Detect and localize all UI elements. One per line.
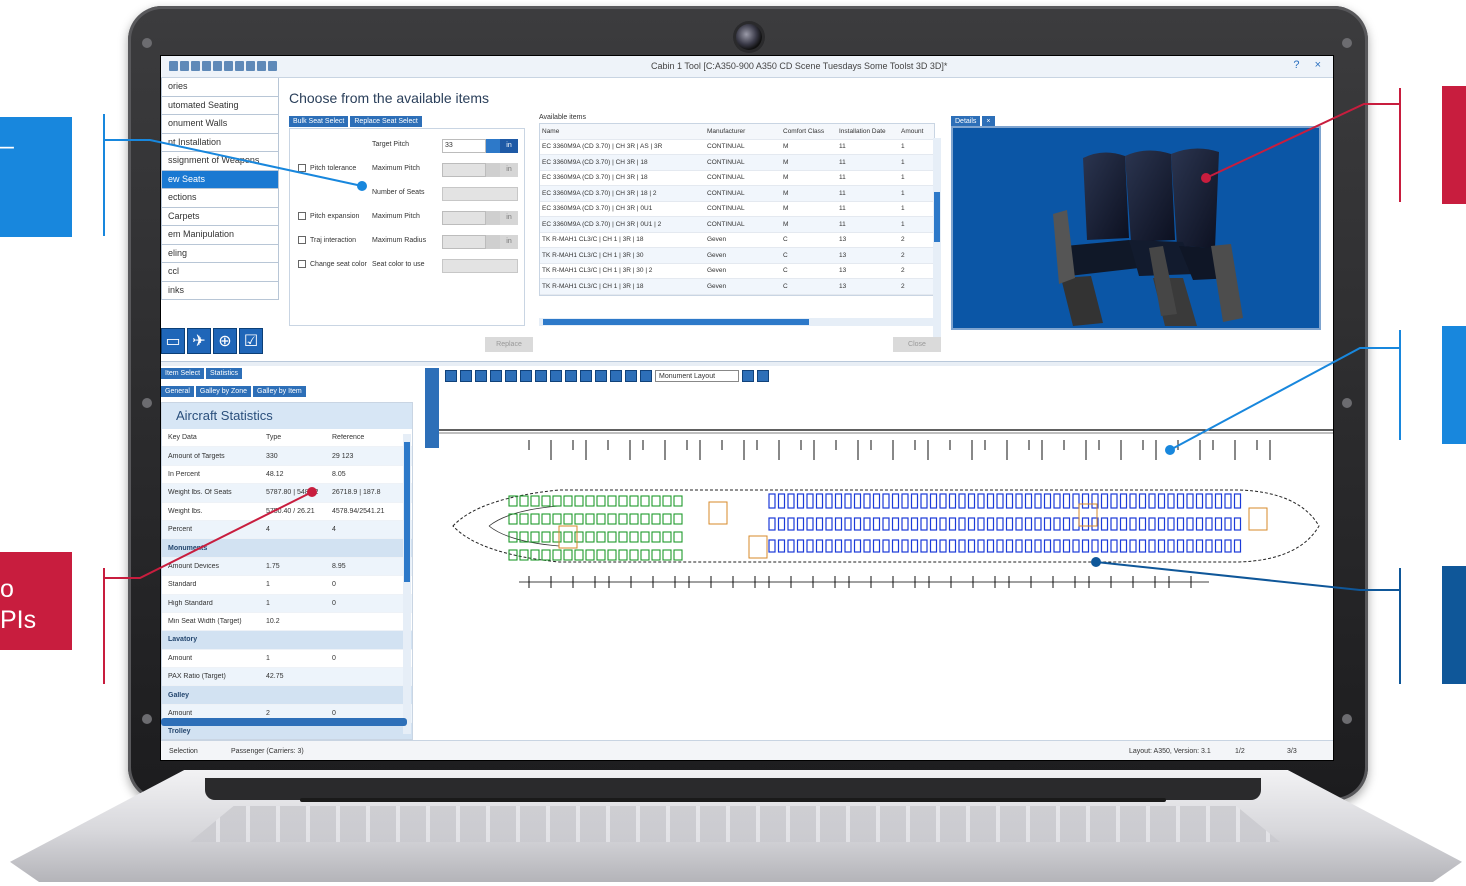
marketing-stage: { "app": { "window_title": "Cabin 1 Tool… — [0, 0, 1466, 886]
callout-dot — [1091, 557, 1101, 567]
callout-dot — [1165, 445, 1175, 455]
callout-dot — [307, 487, 317, 497]
callout-dot — [357, 181, 367, 191]
callout-leader — [1095, 561, 1400, 591]
callout-connectors — [103, 88, 1401, 684]
callout-leader — [1169, 347, 1400, 451]
callout-dot — [1201, 173, 1211, 183]
callout-leader — [104, 491, 313, 579]
callout-leader — [104, 139, 363, 187]
callout-leader — [1205, 103, 1400, 179]
